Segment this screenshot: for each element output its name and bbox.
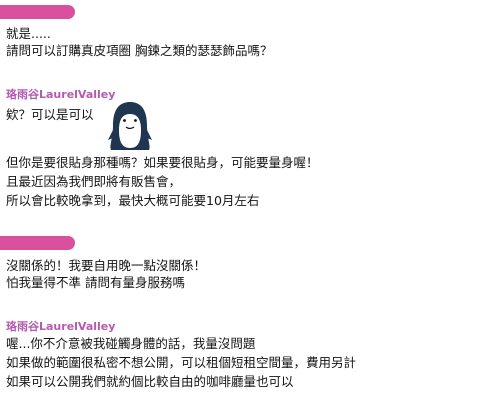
- message-text: 沒關係的！我要自用晚一點沒關係！: [6, 258, 207, 273]
- message-text: 怕我量得不準 請問有量身服務嗎: [6, 275, 185, 290]
- message-text: 喔...你不介意被我碰觸身體的話，我量沒問題: [6, 336, 256, 351]
- message-text: 所以會比較晚拿到，最快大概可能要10月左右: [6, 193, 260, 208]
- redacted-username-pill: [0, 236, 75, 250]
- penguin-sticker-icon: [108, 102, 152, 150]
- message-text: 且最近因為我們即將有販售會，: [6, 174, 182, 189]
- message-text: 就是.....: [6, 26, 51, 41]
- sender-name: 珞雨谷LaurelValley: [6, 88, 116, 101]
- message-text: 請問可以訂購真皮項圈 胸鍊之類的瑟瑟飾品嗎？: [6, 43, 273, 58]
- message-text: 但你是要很貼身那種嗎？如果要很貼身，可能要量身喔！: [6, 155, 319, 170]
- redacted-username-pill: [0, 5, 75, 19]
- message-text: 如果可以公開我們就約個比較自由的咖啡廳量也可以: [6, 374, 294, 389]
- message-text: 如果做的範圍很私密不想公開，可以租個短租空間量，費用另計: [6, 355, 357, 370]
- sender-name: 珞雨谷LaurelValley: [6, 320, 116, 333]
- message-text: 欸？可以是可以: [6, 107, 94, 122]
